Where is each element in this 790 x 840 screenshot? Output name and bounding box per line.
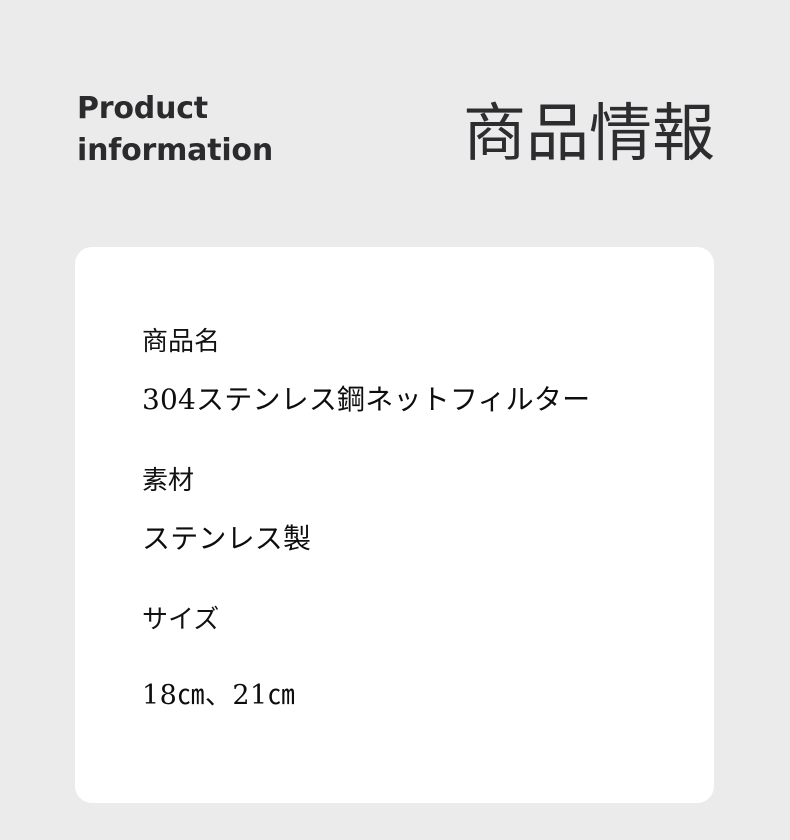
spec-item-product-name: 商品名 304ステンレス鋼ネットフィルター bbox=[142, 325, 690, 417]
product-information-card: 商品名 304ステンレス鋼ネットフィルター 素材 ステンレス製 サイズ 18㎝、… bbox=[75, 247, 714, 803]
spec-item-material: 素材 ステンレス製 bbox=[142, 464, 690, 556]
product-spec-list: 商品名 304ステンレス鋼ネットフィルター 素材 ステンレス製 サイズ 18㎝、… bbox=[142, 325, 690, 713]
spec-value-material: ステンレス製 bbox=[142, 522, 312, 555]
page-header: Product information 商品情報 bbox=[0, 0, 790, 247]
product-information-page: Product information 商品情報 商品名 304ステンレス鋼ネッ… bbox=[0, 0, 790, 840]
spec-value-size: 18㎝、21㎝ bbox=[142, 680, 296, 711]
page-title-japanese: 商品情報 bbox=[463, 97, 715, 170]
spec-label-material: 素材 bbox=[142, 466, 195, 496]
spec-item-size: サイズ 18㎝、21㎝ bbox=[142, 603, 690, 713]
spec-label-size: サイズ bbox=[142, 605, 220, 635]
spec-value-product-name: 304ステンレス鋼ネットフィルター bbox=[142, 383, 591, 416]
spec-label-product-name: 商品名 bbox=[142, 327, 221, 357]
page-title-english: Product information bbox=[77, 91, 273, 168]
